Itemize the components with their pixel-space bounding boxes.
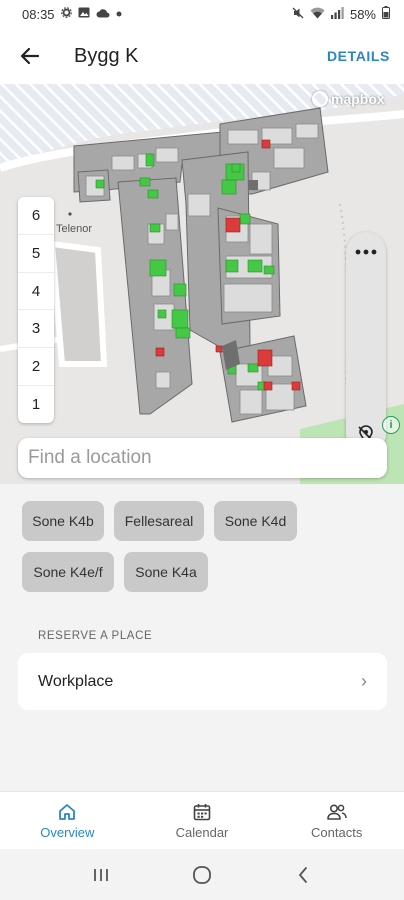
mapbox-disc-icon [312,91,328,107]
bottom-navigation: Overview Calendar Contacts [0,791,404,849]
zone-chip[interactable]: Fellesareal [114,501,204,541]
search-input[interactable] [18,438,387,478]
floor-button[interactable]: 6 [18,197,54,235]
floor-button[interactable]: 1 [18,386,54,423]
reserve-item-label: Workplace [38,672,114,690]
battery-icon [382,6,390,22]
status-left: 08:35 [22,7,122,22]
cloud-icon [96,8,110,21]
floor-picker: 6 5 4 3 2 1 [18,197,54,423]
arrow-left-icon [20,47,40,65]
floor-button[interactable]: 4 [18,273,54,311]
home-circle-icon [193,865,211,884]
battery-percentage: 58% [349,6,376,22]
system-navigation-bar [0,849,404,900]
zone-chip[interactable]: Sone K4e/f [22,552,114,592]
reserve-workplace-row[interactable]: Workplace › [18,653,387,710]
zone-chip[interactable]: Sone K4d [214,501,297,541]
map-tools-panel [346,232,386,454]
chevron-right-icon: › [361,671,367,691]
details-button[interactable]: DETAILS [327,48,390,64]
nav-label: Calendar [175,824,229,840]
path-area [48,240,108,367]
mute-icon [292,7,304,22]
status-right: 58% [292,6,390,22]
nav-label: Contacts [311,824,363,840]
zone-chip[interactable]: Sone K4b [22,501,104,541]
floor-button[interactable]: 2 [18,348,54,387]
nav-item-contacts[interactable]: Contacts [269,792,404,849]
calendar-icon [193,803,211,820]
mapbox-attribution: mapbox [331,91,385,107]
place-label: Telenor [56,223,92,235]
zone-chip[interactable]: Sone K4a [124,552,208,592]
nav-item-overview[interactable]: Overview [0,792,135,849]
nav-item-calendar[interactable]: Calendar [135,792,270,849]
place-marker [68,212,72,216]
map-info-button[interactable]: i [382,416,400,434]
status-bar: 08:35 58% [0,0,404,28]
home-icon [59,803,76,820]
back-button[interactable] [10,36,50,76]
mapbox-logo: mapbox [312,89,385,109]
status-time: 08:35 [22,6,55,22]
image-icon [78,7,90,21]
reserve-section-header: RESERVE A PLACE [38,630,153,642]
page-title: Bygg K [74,44,139,67]
floor-button[interactable]: 3 [18,310,54,349]
recents-button[interactable] [81,855,121,895]
floor-button[interactable]: 5 [18,235,54,273]
more-options-button[interactable] [346,238,386,266]
people-icon [326,803,347,820]
floor-map[interactable]: Telenor [0,84,404,484]
more-horizontal-icon [355,249,377,255]
map-canvas[interactable]: Telenor [0,84,404,484]
dot-icon [116,8,122,20]
home-system-button[interactable] [182,855,222,895]
back-system-button[interactable] [283,855,323,895]
nav-label: Overview [40,824,95,840]
recents-icon [93,868,108,881]
gear-icon [60,7,72,21]
back-chevron-icon [299,866,308,883]
wifi-icon [310,7,325,22]
app-bar: Bygg K DETAILS [0,28,404,84]
signal-icon [330,6,344,22]
